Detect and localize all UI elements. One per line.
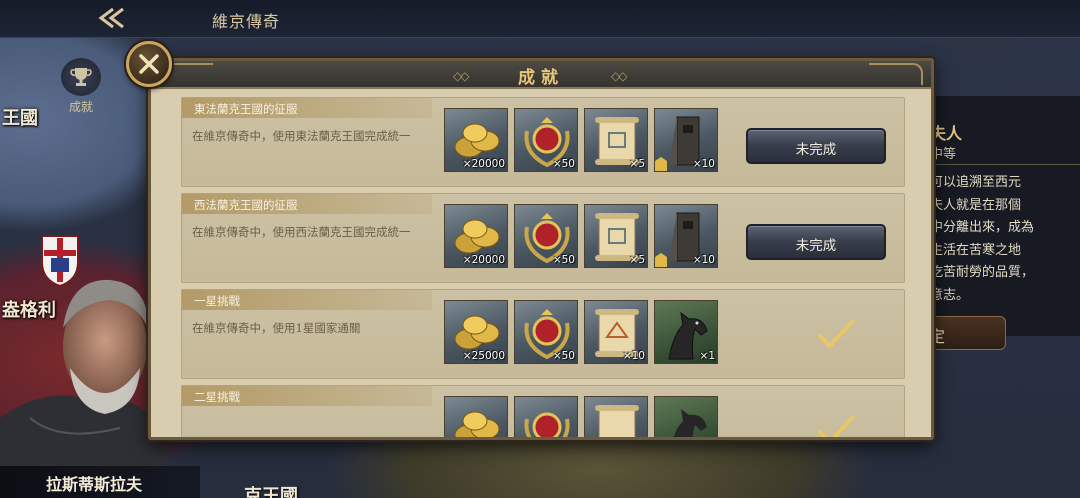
map-region-label: 克王國: [244, 486, 298, 498]
reward-count: ×20000: [462, 158, 505, 170]
scroll-icon[interactable]: ×5: [584, 204, 648, 268]
achievement-row: 一星挑戰 在維京傳奇中，使用1星國家通關 ×25000 ×50 ×10 ×1: [181, 289, 905, 379]
achievement-title: 西法蘭克王國的征服: [194, 198, 298, 212]
description-line: 可以追溯至西元: [930, 175, 1022, 190]
description-line: 中分離出來，成為: [930, 220, 1035, 235]
scroll-icon[interactable]: ×10: [584, 300, 648, 364]
character-name-plate: 拉斯蒂斯拉夫: [0, 466, 200, 498]
reward-count: ×50: [552, 254, 575, 266]
gold-coins-icon[interactable]: ×20000: [444, 108, 508, 172]
reward-count: ×5: [629, 254, 645, 266]
achievement-title-bar: 東法蘭克王國的征服: [182, 98, 432, 118]
page-title: 維京傳奇: [212, 12, 281, 31]
medal-icon[interactable]: [514, 396, 578, 437]
gold-coins-icon[interactable]: [444, 396, 508, 437]
horse-icon[interactable]: ×1: [654, 300, 718, 364]
dialog-header: ◇◇ ◇◇ 成就: [151, 61, 931, 89]
achievement-row: 二星挑戰: [181, 385, 905, 437]
reward-count: ×1: [699, 350, 715, 362]
divider: [920, 164, 1080, 165]
gold-coins-icon[interactable]: ×20000: [444, 204, 508, 268]
back-arrow-icon: [98, 7, 124, 29]
medal-icon[interactable]: ×50: [514, 108, 578, 172]
achievements-dialog: ◇◇ ◇◇ 成就 東法蘭克王國的征服 在維京傳奇中，使用東法蘭克王國完成統一 ×…: [148, 58, 934, 440]
character-portrait: [0, 279, 170, 468]
close-button[interactable]: [126, 41, 172, 87]
status-button[interactable]: 未完成: [746, 224, 886, 260]
status-label: 未完成: [795, 238, 837, 254]
siege-tower-icon[interactable]: ×10: [654, 108, 718, 172]
achievement-desc: 在維京傳奇中，使用西法蘭克王國完成統一: [192, 225, 411, 239]
achievement-title-bar: 一星挑戰: [182, 290, 432, 310]
reward-count: ×10: [622, 350, 645, 362]
description-line: 夫人就是在那個: [930, 197, 1022, 213]
nation-description: 可以追溯至西元 夫人就是在那個 中分離出來，成為 生活在苦寒之地 吃苦耐勞的品質…: [930, 172, 1080, 307]
reward-count: ×50: [552, 158, 575, 170]
dialog-title: 成就: [518, 68, 564, 88]
reward-count: ×25000: [462, 350, 505, 362]
close-icon: [139, 54, 159, 74]
achievement-title: 一星挑戰: [194, 294, 240, 308]
medal-icon[interactable]: ×50: [514, 204, 578, 268]
status-button[interactable]: 未完成: [746, 128, 886, 164]
reward-count: ×10: [692, 158, 715, 170]
horse-icon[interactable]: [654, 396, 718, 437]
description-line: 吃苦耐勞的品質，: [930, 265, 1035, 280]
description-line: 生活在苦寒之地: [930, 242, 1022, 258]
reward-count: ×20000: [462, 254, 505, 266]
top-bar: 維京傳奇: [0, 0, 1080, 38]
achievement-shortcut[interactable]: 成就: [58, 58, 104, 115]
siege-tower-icon[interactable]: ×10: [654, 204, 718, 268]
achievement-title: 二星挑戰: [194, 390, 240, 404]
achievement-desc: 在維京傳奇中，使用1星國家通關: [192, 321, 361, 335]
achievement-row: 東法蘭克王國的征服 在維京傳奇中，使用東法蘭克王國完成統一 ×20000 ×50…: [181, 97, 905, 187]
achievement-desc: 在維京傳奇中，使用東法蘭克王國完成統一: [192, 129, 411, 143]
status-label: 未完成: [795, 142, 837, 158]
reward-count: ×10: [692, 254, 715, 266]
achievement-title: 東法蘭克王國的征服: [194, 102, 298, 116]
achievement-title-bar: 二星挑戰: [182, 386, 432, 406]
scroll-icon[interactable]: ×5: [584, 108, 648, 172]
trophy-icon: [61, 58, 101, 96]
gold-coins-icon[interactable]: ×25000: [444, 300, 508, 364]
checkmark-icon: [818, 416, 854, 437]
medal-icon[interactable]: ×50: [514, 300, 578, 364]
achievement-row: 西法蘭克王國的征服 在維京傳奇中，使用西法蘭克王國完成統一 ×20000 ×50…: [181, 193, 905, 283]
map-region-label: 王國: [2, 108, 38, 129]
back-button[interactable]: [86, 2, 134, 34]
achievement-list[interactable]: 東法蘭克王國的征服 在維京傳奇中，使用東法蘭克王國完成統一 ×20000 ×50…: [181, 97, 905, 437]
description-line: 意志。: [930, 287, 970, 303]
reward-count: ×5: [629, 158, 645, 170]
checkmark-icon: [818, 320, 854, 349]
scroll-icon[interactable]: [584, 396, 648, 437]
character-name: 拉斯蒂斯拉夫: [46, 475, 143, 494]
achievement-title-bar: 西法蘭克王國的征服: [182, 194, 432, 214]
nation-title: 夫人: [930, 124, 963, 143]
reward-count: ×50: [552, 350, 575, 362]
achievement-label: 成就: [68, 100, 93, 114]
